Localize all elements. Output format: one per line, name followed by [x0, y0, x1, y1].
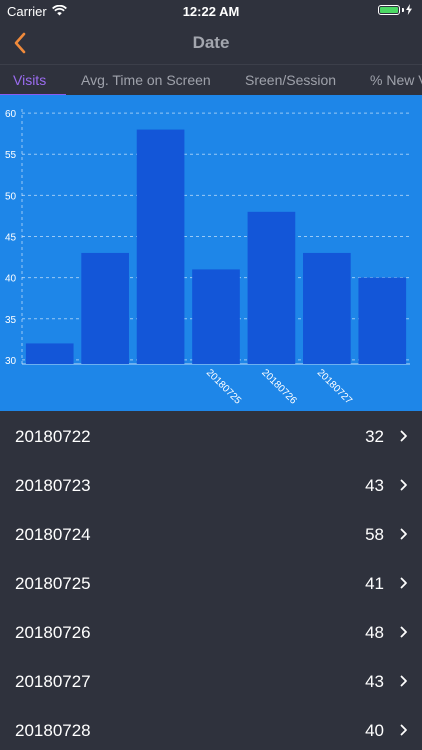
list-item[interactable]: 20180725 41 [0, 558, 422, 607]
tab-screen-session[interactable]: Sreen/Session [245, 72, 336, 88]
chart-bar [25, 343, 74, 364]
chart-bar [303, 252, 351, 364]
status-time: 12:22 AM [182, 4, 240, 19]
chart-bar [192, 269, 240, 364]
x-tick-label: 20180726 [259, 367, 299, 407]
x-tick-label: 20180725 [204, 367, 244, 407]
list-item-value: 43 [365, 672, 384, 691]
y-tick-label: 40 [5, 274, 17, 285]
list-item-value: 41 [365, 574, 384, 593]
battery-body [378, 4, 400, 15]
chevron-right-icon [400, 724, 407, 736]
chevron-right-icon [400, 479, 407, 491]
charging-bolt-icon [406, 4, 412, 15]
list-item-date: 20180722 [15, 427, 91, 446]
status-bar: Carrier 12:22 AM [0, 0, 422, 22]
battery-cap [402, 7, 404, 12]
y-tick-label: 55 [5, 150, 17, 161]
navigation-bar: Date [0, 22, 422, 64]
tab-percent-new-visits[interactable]: % New V [370, 72, 422, 88]
page-title: Date [192, 33, 230, 52]
bar-chart: 30 35 40 45 50 55 60 20180725 20180726 20180727 [5, 109, 410, 407]
list-item[interactable]: 20180727 43 [0, 656, 422, 705]
app-screen: Carrier 12:22 AM Date Visits Avg. Time o… [0, 0, 422, 750]
tab-bar: Visits Avg. Time on Screen Sreen/Session… [0, 64, 422, 95]
list-item[interactable]: 20180723 43 [0, 460, 422, 509]
list-item-value: 32 [365, 427, 384, 446]
chevron-right-icon [400, 528, 407, 540]
tab-visits[interactable]: Visits [13, 72, 46, 88]
list-item-date: 20180725 [15, 574, 91, 593]
tab-avg-time-on-screen[interactable]: Avg. Time on Screen [81, 72, 211, 88]
list-item-value: 58 [365, 525, 384, 544]
list-item-date: 20180728 [15, 721, 91, 740]
chevron-right-icon [400, 577, 407, 589]
list-item-date: 20180726 [15, 623, 91, 642]
list-item-date: 20180724 [15, 525, 91, 544]
visits-chart: 30 35 40 45 50 55 60 20180725 20180726 20180727 [0, 95, 422, 411]
chart-bar [358, 277, 407, 364]
list-item[interactable]: 20180728 40 [0, 705, 422, 750]
list-item-value: 40 [365, 721, 384, 740]
chevron-right-icon [400, 626, 407, 638]
list-item-value: 48 [365, 623, 384, 642]
y-tick-label: 50 [5, 191, 17, 202]
list-item[interactable]: 20180726 48 [0, 607, 422, 656]
y-tick-label: 35 [5, 315, 17, 326]
x-tick-label: 20180727 [315, 367, 355, 407]
battery-fill [380, 6, 398, 13]
chart-bar [81, 252, 129, 364]
list-item[interactable]: 20180724 58 [0, 509, 422, 558]
y-tick-label: 30 [5, 356, 17, 367]
list-item-date: 20180727 [15, 672, 91, 691]
y-tick-label: 60 [5, 109, 17, 120]
list-item-value: 43 [365, 476, 384, 495]
chart-bar [136, 129, 185, 364]
battery-icon [378, 4, 412, 15]
chart-bar [247, 211, 296, 364]
y-tick-label: 45 [5, 233, 17, 244]
chevron-right-icon [400, 430, 407, 442]
date-list: 20180722 32 20180723 43 20180724 58 20180725 41… [0, 411, 422, 750]
chevron-right-icon [400, 675, 407, 687]
list-item[interactable]: 20180722 32 [0, 411, 422, 460]
list-item-date: 20180723 [15, 476, 91, 495]
